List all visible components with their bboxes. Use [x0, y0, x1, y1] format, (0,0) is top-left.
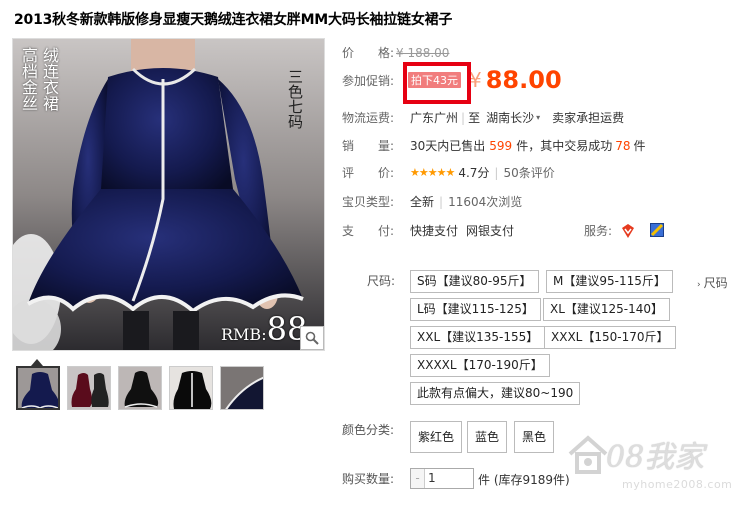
color-option-black[interactable]: 黑色	[514, 421, 555, 453]
size-option-m[interactable]: M【建议95-115斤】	[546, 270, 673, 293]
rating-score: 4.7分	[458, 166, 490, 180]
shipping-fee: 卖家承担运费	[552, 111, 625, 125]
size-option-note[interactable]: 此款有点偏大，建议80~190	[410, 382, 581, 405]
promo-label: 参加促销:	[342, 73, 395, 88]
quantity-input[interactable]: 1	[425, 469, 473, 488]
thumbnail-1[interactable]	[16, 366, 60, 410]
promo-price: 88.00	[485, 66, 562, 94]
price-row: 价 格: ¥ 188.00	[342, 44, 449, 61]
sold-count: 599	[489, 138, 513, 153]
payment-method-1: 快捷支付	[410, 224, 459, 238]
rating-row: 评 价: ★★★★★ 4.7分 | 50条评价	[342, 164, 555, 181]
sales-suffix: 件	[633, 139, 646, 153]
ship-to-prefix: 至	[468, 111, 481, 125]
thumbnail-3[interactable]	[118, 366, 162, 410]
thumbnail-2[interactable]	[67, 366, 111, 410]
promo-highlight-box	[403, 62, 471, 104]
original-price: ¥ 188.00	[396, 45, 450, 60]
condition-value: 全新	[410, 195, 435, 209]
divider: |	[461, 110, 466, 125]
quantity-decrement-button[interactable]: -	[411, 469, 425, 488]
quantity-label: 购买数量:	[342, 472, 395, 486]
quantity-stepper[interactable]: - 1	[410, 468, 474, 489]
view-count: 11604次浏览	[448, 195, 523, 209]
main-product-image[interactable]: 高档金丝 绒连衣裙 三色七码 RMB:88	[12, 38, 325, 351]
image-caption-3: 三色七码	[286, 69, 304, 129]
zoom-icon[interactable]	[300, 326, 324, 350]
sales-middle: 件，其中交易成功	[516, 139, 613, 153]
shipping-row: 物流运费: 广东广州 | 至 湖南长沙 ▾ 卖家承担运费	[342, 109, 624, 126]
size-label: 尺码:	[367, 274, 396, 288]
image-price-overlay: RMB:88	[221, 310, 308, 348]
size-option-xl[interactable]: XL【建议125-140】	[543, 298, 671, 321]
payment-row: 支 付: 快捷支付 网银支付 服务:	[342, 222, 666, 239]
image-caption-2: 绒连衣裙	[40, 47, 59, 111]
sales-row: 销 量: 30天内已售出 599 件，其中交易成功 78 件	[342, 137, 646, 154]
reviews-link[interactable]: 50条评价	[503, 164, 554, 181]
stock-note: 件 (库存9189件)	[478, 473, 570, 487]
color-option-blue[interactable]: 蓝色	[467, 421, 508, 453]
image-caption-1: 高档金丝	[19, 47, 38, 111]
success-count: 78	[615, 138, 631, 153]
service-label: 服务:	[584, 224, 613, 238]
thumbnail-4[interactable]	[169, 366, 213, 410]
size-option-xxl[interactable]: XXL【建议135-155】	[410, 326, 546, 349]
payment-method-2: 网银支付	[466, 224, 515, 238]
size-option-l[interactable]: L码【建议115-125】	[410, 298, 541, 321]
thumbnail-5[interactable]	[220, 366, 264, 410]
payment-label: 支 付:	[342, 224, 395, 238]
condition-row: 宝贝类型: 全新 | 11604次浏览	[342, 193, 522, 210]
price-label: 价 格:	[342, 46, 395, 60]
color-option-purple-red[interactable]: 紫红色	[410, 421, 463, 453]
guarantee-icon[interactable]	[650, 222, 666, 239]
rating-label: 评 价:	[342, 166, 395, 180]
size-option-xxxl[interactable]: XXXL【150-170斤】	[544, 326, 676, 349]
color-label: 颜色分类:	[342, 423, 395, 437]
divider: |	[494, 165, 499, 180]
size-option-xxxxl[interactable]: XXXXL【170-190斤】	[410, 354, 550, 377]
divider: |	[439, 194, 444, 209]
condition-label: 宝贝类型:	[342, 195, 395, 209]
star-rating-icon: ★★★★★	[410, 166, 455, 179]
size-option-s[interactable]: S码【建议80-95斤】	[410, 270, 539, 293]
watermark-text: 08我家	[606, 440, 705, 475]
chevron-down-icon[interactable]: ▾	[536, 113, 540, 122]
watermark-url: myhome2008.com	[622, 478, 733, 491]
sales-prefix: 30天内已售出	[410, 139, 486, 153]
size-chart-link[interactable]: › 尺码	[697, 274, 728, 291]
dress-photo	[13, 39, 324, 350]
ship-from: 广东广州	[410, 111, 459, 125]
site-watermark: 08我家 myhome2008.com	[562, 428, 736, 507]
ship-to-select[interactable]: 湖南长沙	[486, 109, 534, 126]
shipping-label: 物流运费:	[342, 111, 395, 125]
house-logo-icon	[568, 435, 608, 474]
sales-label: 销 量:	[342, 139, 395, 153]
thumbnail-pointer-icon	[31, 359, 43, 366]
product-title: 2013秋冬新款韩版修身显瘦天鹅绒连衣裙女胖MM大码长袖拉链女裙子	[14, 12, 453, 28]
thumbnail-strip	[16, 366, 264, 410]
service-badge-icon[interactable]	[620, 223, 636, 239]
